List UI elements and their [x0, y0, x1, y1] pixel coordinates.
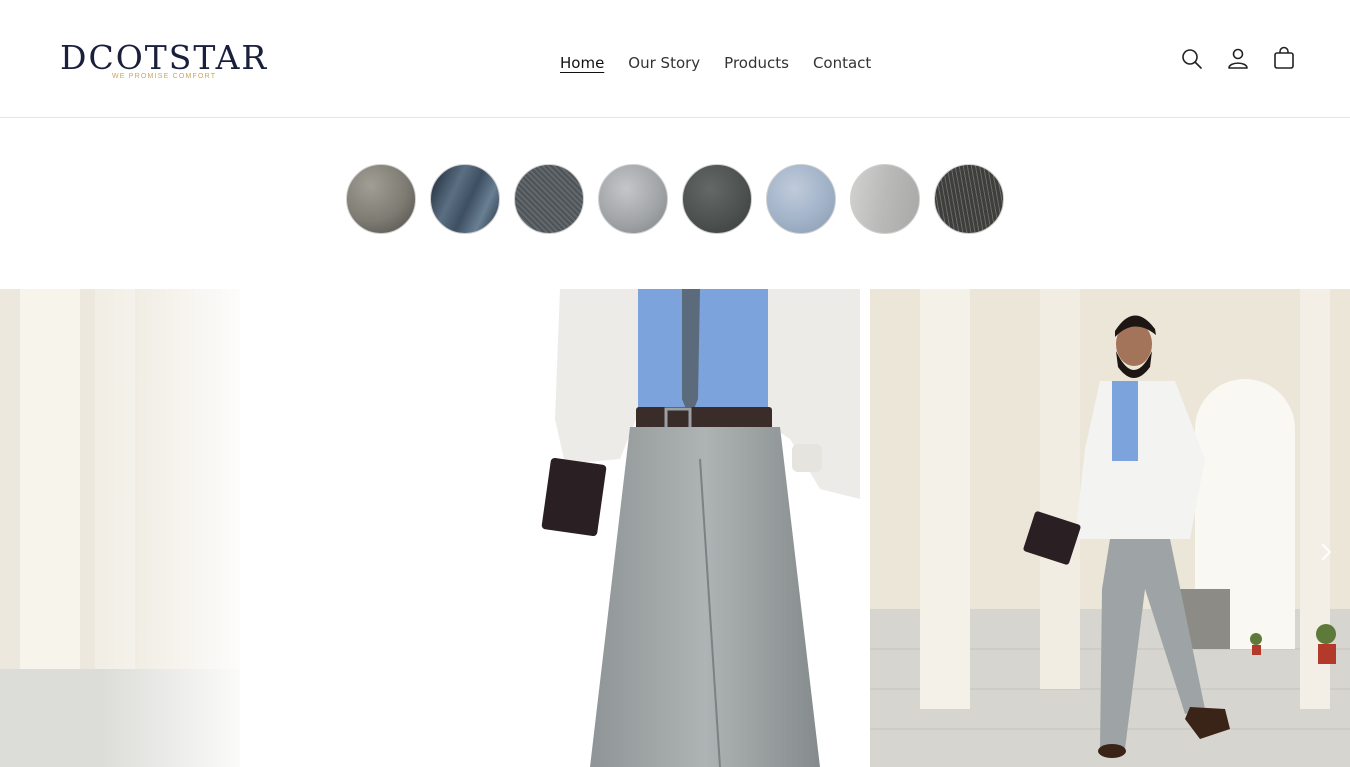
brand-name: DCOTSTAR	[60, 38, 269, 77]
fabric-swatch-steel-blue[interactable]	[430, 164, 500, 234]
brand-logo[interactable]: DCOTSTAR WE PROMISE COMFORT	[60, 38, 269, 81]
chevron-right-icon[interactable]	[1316, 542, 1336, 562]
cart-icon[interactable]	[1272, 46, 1296, 72]
fabric-swatch-powder-blue[interactable]	[766, 164, 836, 234]
fabric-swatch-silver[interactable]	[850, 164, 920, 234]
fabric-swatch-row	[346, 164, 1004, 234]
nav-link-our-story[interactable]: Our Story	[628, 52, 700, 74]
fabric-swatch-light-grey[interactable]	[598, 164, 668, 234]
fabric-swatch-charcoal-weave[interactable]	[514, 164, 584, 234]
nav-link-contact[interactable]: Contact	[813, 52, 871, 74]
fabric-swatch-brown-grey[interactable]	[346, 164, 416, 234]
nav-link-home[interactable]: Home	[560, 52, 604, 74]
hero-image	[0, 289, 1350, 767]
header-icons	[1180, 46, 1296, 72]
fabric-swatch-dark-grey[interactable]	[682, 164, 752, 234]
nav-link-products[interactable]: Products	[724, 52, 789, 74]
main-nav: Home Our Story Products Contact	[560, 52, 871, 74]
fabric-swatch-pinstripe[interactable]	[934, 164, 1004, 234]
account-icon[interactable]	[1226, 46, 1250, 72]
site-header: DCOTSTAR WE PROMISE COMFORT Home Our Sto…	[0, 0, 1350, 118]
hero-slideshow	[0, 289, 1350, 767]
search-icon[interactable]	[1180, 46, 1204, 72]
